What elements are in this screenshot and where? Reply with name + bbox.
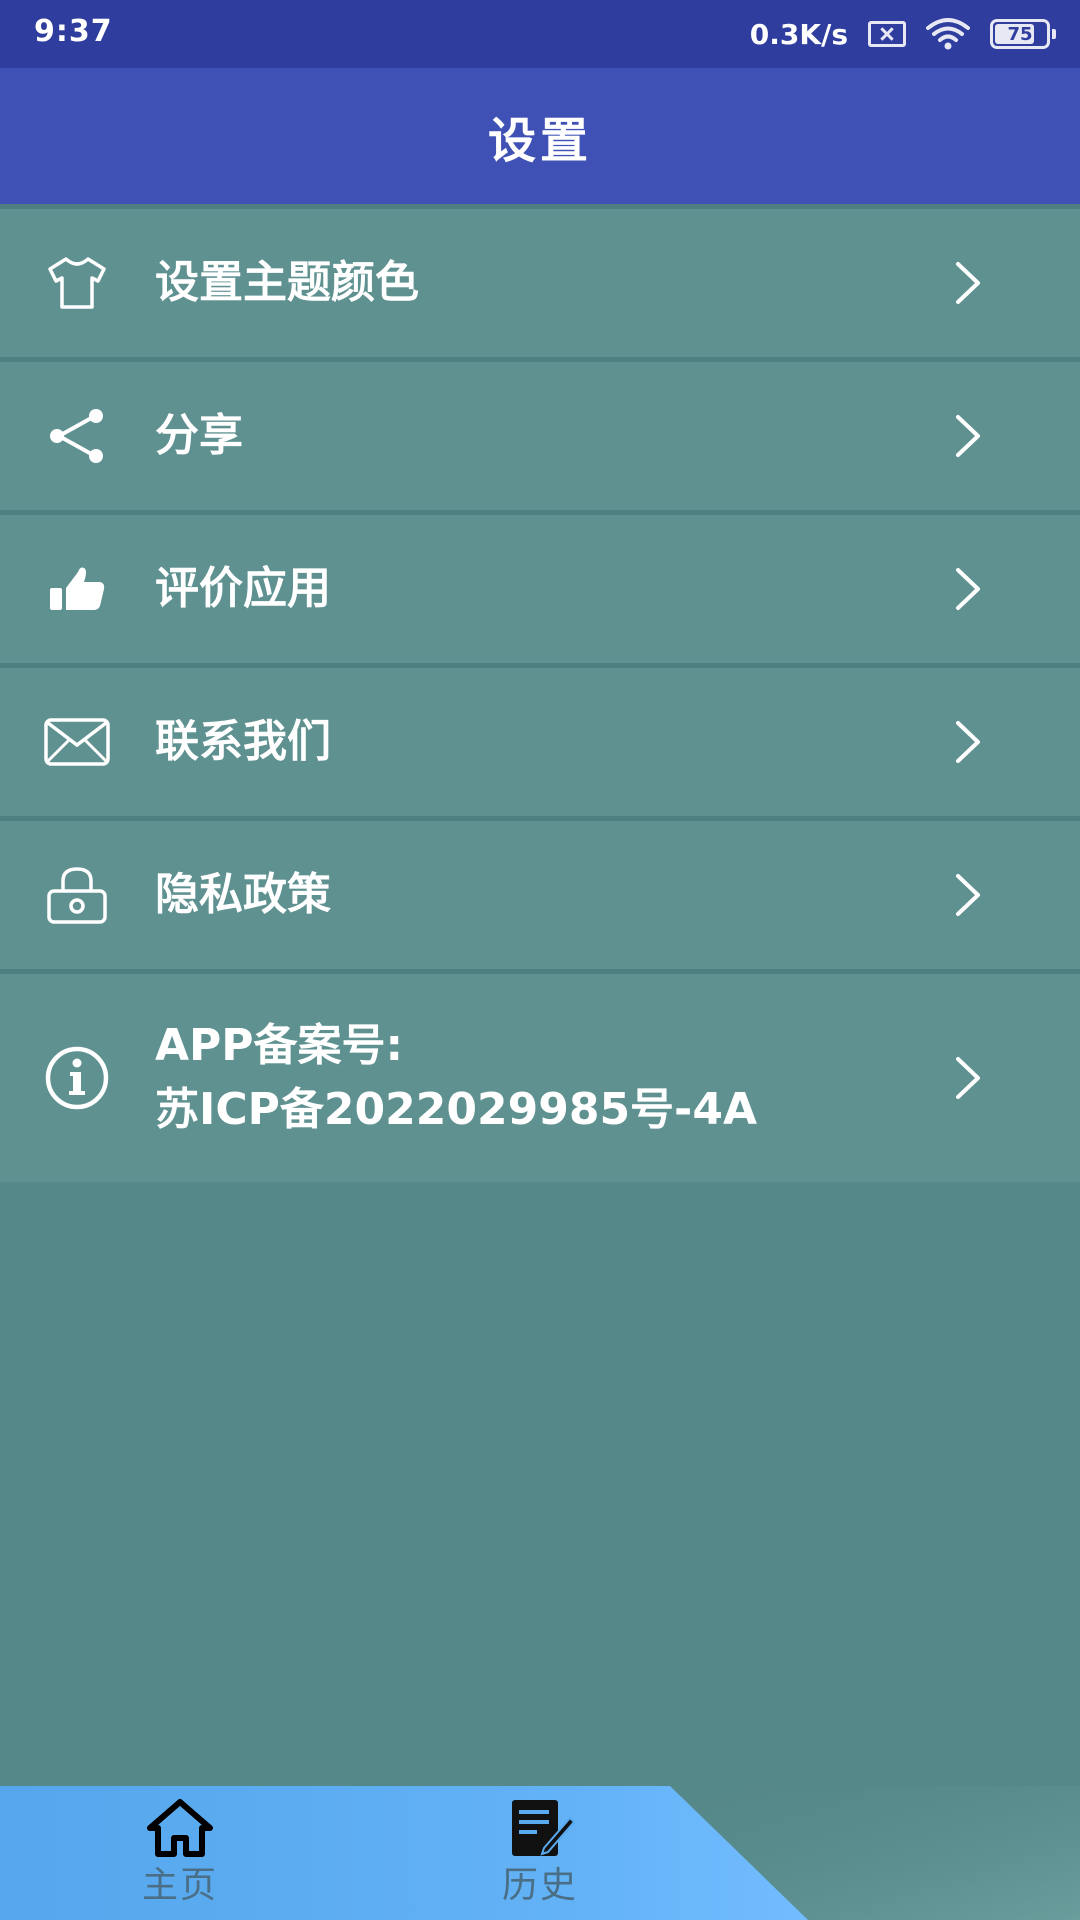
wifi-icon — [926, 18, 970, 50]
history-edit-icon — [512, 1800, 576, 1856]
mail-icon — [42, 707, 112, 777]
filing-label: APP备案号: — [155, 1020, 404, 1071]
settings-item-label: 评价应用 — [155, 563, 331, 614]
settings-item-label: 隐私政策 — [155, 869, 331, 920]
settings-item-app-filing-number[interactable]: APP备案号: 苏ICP备2022029985号-4A — [0, 969, 1080, 1182]
bottom-navigation: 主页 历史 — [0, 1786, 1080, 1920]
lock-icon — [42, 860, 112, 930]
chevron-right-icon — [956, 262, 980, 304]
nav-item-home[interactable]: 主页 — [90, 1786, 270, 1920]
thumbs-up-icon — [42, 554, 112, 624]
status-bar: 9:37 0.3K/s 75 — [0, 0, 1080, 68]
filing-number: 苏ICP备2022029985号-4A — [155, 1084, 757, 1135]
chevron-right-icon — [956, 568, 980, 610]
info-icon — [42, 1043, 112, 1113]
settings-item-rate-app[interactable]: 评价应用 — [0, 510, 1080, 663]
page-title: 设置 — [487, 113, 592, 169]
nav-label-history: 历史 — [501, 1865, 578, 1906]
settings-item-contact-us[interactable]: 联系我们 — [0, 663, 1080, 816]
app-bar: 设置 — [0, 68, 1080, 204]
settings-item-label: 设置主题颜色 — [155, 257, 419, 308]
settings-item-theme-color[interactable]: 设置主题颜色 — [0, 204, 1080, 357]
status-icons: 0.3K/s 75 — [749, 14, 1056, 54]
settings-item-label: APP备案号: 苏ICP备2022029985号-4A — [155, 1014, 757, 1142]
share-icon — [42, 401, 112, 471]
nav-label-home: 主页 — [141, 1865, 218, 1906]
status-time: 9:37 — [34, 14, 113, 49]
settings-item-privacy-policy[interactable]: 隐私政策 — [0, 816, 1080, 969]
chevron-right-icon — [956, 415, 980, 457]
settings-item-share[interactable]: 分享 — [0, 357, 1080, 510]
battery-icon: 75 — [990, 19, 1056, 49]
sim-missing-icon — [868, 21, 906, 47]
shirt-icon — [42, 248, 112, 318]
network-speed: 0.3K/s — [749, 17, 848, 51]
nav-item-history[interactable]: 历史 — [450, 1786, 630, 1920]
settings-list: 设置主题颜色 分享 评价应用 联系我们 隐私政策 APP备案号: 苏ICP备20… — [0, 204, 1080, 1182]
chevron-right-icon — [956, 874, 980, 916]
home-icon — [147, 1799, 213, 1857]
battery-level: 75 — [1007, 23, 1033, 45]
chevron-right-icon — [956, 721, 980, 763]
settings-item-label: 分享 — [155, 410, 243, 461]
chevron-right-icon — [956, 1057, 980, 1099]
settings-item-label: 联系我们 — [155, 716, 331, 767]
